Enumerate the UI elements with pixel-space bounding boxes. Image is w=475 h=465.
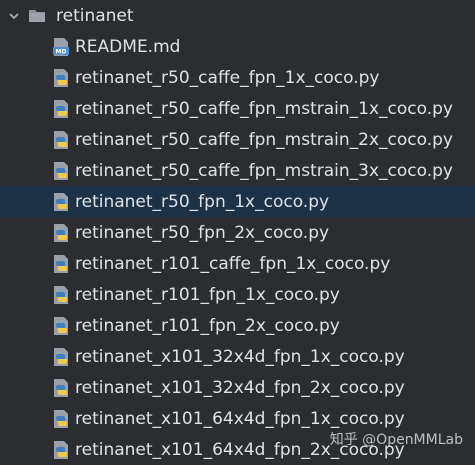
file-row-readme[interactable]: MD README.md <box>0 31 475 62</box>
markdown-file-icon: MD <box>53 37 69 56</box>
file-row[interactable]: retinanet_r101_fpn_2x_coco.py <box>0 310 475 341</box>
file-row-selected[interactable]: retinanet_r50_fpn_1x_coco.py <box>0 186 475 217</box>
file-name: retinanet_r50_fpn_2x_coco.py <box>75 222 330 243</box>
python-file-icon <box>54 254 68 273</box>
file-row[interactable]: retinanet_r50_fpn_2x_coco.py <box>0 217 475 248</box>
python-file-icon <box>54 161 68 180</box>
svg-text:MD: MD <box>56 48 67 55</box>
file-row[interactable]: retinanet_r50_caffe_fpn_1x_coco.py <box>0 62 475 93</box>
file-row[interactable]: retinanet_r50_caffe_fpn_mstrain_2x_coco.… <box>0 124 475 155</box>
file-name: retinanet_x101_32x4d_fpn_1x_coco.py <box>75 346 405 367</box>
file-name: retinanet_r101_fpn_2x_coco.py <box>75 315 340 336</box>
file-row[interactable]: retinanet_r101_fpn_1x_coco.py <box>0 279 475 310</box>
python-file-icon <box>54 130 68 149</box>
file-name: README.md <box>75 36 181 57</box>
file-row[interactable]: retinanet_r50_caffe_fpn_mstrain_3x_coco.… <box>0 155 475 186</box>
file-name: retinanet_r50_caffe_fpn_mstrain_1x_coco.… <box>75 98 453 119</box>
python-file-icon <box>54 378 68 397</box>
file-name: retinanet_x101_32x4d_fpn_2x_coco.py <box>75 377 405 398</box>
python-file-icon <box>54 192 68 211</box>
file-name: retinanet_r50_caffe_fpn_1x_coco.py <box>75 67 380 88</box>
watermark: 知乎 @OpenMMLab <box>329 432 463 448</box>
file-row[interactable]: retinanet_r50_caffe_fpn_mstrain_1x_coco.… <box>0 93 475 124</box>
folder-name: retinanet <box>56 5 134 26</box>
file-row[interactable]: retinanet_x101_32x4d_fpn_2x_coco.py <box>0 372 475 403</box>
python-file-icon <box>54 347 68 366</box>
file-name: retinanet_x101_64x4d_fpn_1x_coco.py <box>75 408 405 429</box>
python-file-icon <box>54 99 68 118</box>
python-file-icon <box>54 68 68 87</box>
python-file-icon <box>54 316 68 335</box>
chevron-down-icon[interactable] <box>8 10 20 22</box>
project-file-tree: retinanet MD README.md retinanet_r50_caf… <box>0 0 475 465</box>
file-name: retinanet_r50_caffe_fpn_mstrain_3x_coco.… <box>75 160 453 181</box>
file-name: retinanet_r50_caffe_fpn_mstrain_2x_coco.… <box>75 129 453 150</box>
python-file-icon <box>54 409 68 428</box>
python-file-icon <box>54 440 68 459</box>
python-file-icon <box>54 285 68 304</box>
file-name: retinanet_r50_fpn_1x_coco.py <box>75 191 330 212</box>
python-file-icon <box>54 223 68 242</box>
file-name: retinanet_r101_caffe_fpn_1x_coco.py <box>75 253 391 274</box>
folder-icon <box>29 10 45 22</box>
folder-row-retinanet[interactable]: retinanet <box>0 0 475 31</box>
file-row[interactable]: retinanet_x101_32x4d_fpn_1x_coco.py <box>0 341 475 372</box>
file-name: retinanet_r101_fpn_1x_coco.py <box>75 284 340 305</box>
file-row[interactable]: retinanet_r101_caffe_fpn_1x_coco.py <box>0 248 475 279</box>
